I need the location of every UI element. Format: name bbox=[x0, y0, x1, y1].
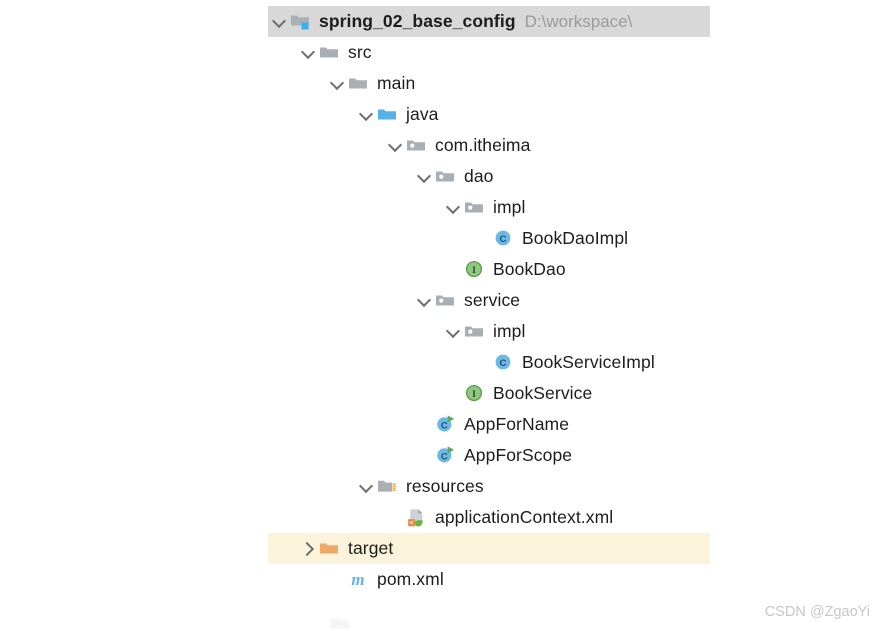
tree-row[interactable]: resources bbox=[0, 471, 884, 502]
tree-row[interactable]: C BookServiceImpl bbox=[0, 347, 884, 378]
tree-row[interactable]: I BookService bbox=[0, 378, 884, 409]
chevron-down-icon[interactable] bbox=[355, 476, 377, 498]
tree-row[interactable]: impl bbox=[0, 192, 884, 223]
tree-row[interactable]: spring_02_base_config D:\workspace\ bbox=[0, 6, 884, 37]
tree-row[interactable]: C AppForName bbox=[0, 409, 884, 440]
resource-folder-icon bbox=[377, 476, 399, 498]
excluded-folder-icon bbox=[319, 538, 341, 560]
tree-row-label: BookService bbox=[493, 383, 593, 403]
tree-row[interactable]: service bbox=[0, 285, 884, 316]
chevron-right-icon[interactable] bbox=[297, 538, 319, 560]
clipped-bottom-row bbox=[268, 617, 710, 631]
folder-icon bbox=[348, 73, 370, 95]
java-class-icon: C bbox=[493, 228, 515, 250]
tree-row-label: com.itheima bbox=[435, 135, 531, 155]
chevron-down-icon[interactable] bbox=[384, 135, 406, 157]
tree-row-label: AppForName bbox=[464, 414, 570, 434]
chevron-down-icon[interactable] bbox=[268, 11, 290, 33]
tree-row-label: BookDao bbox=[493, 259, 566, 279]
maven-pom-icon: m bbox=[348, 569, 370, 591]
package-icon bbox=[464, 197, 486, 219]
tree-row-label: src bbox=[348, 42, 372, 62]
tree-row[interactable]: m pom.xml bbox=[0, 564, 884, 595]
project-tree[interactable]: spring_02_base_config D:\workspace\ src mai… bbox=[0, 0, 884, 631]
tree-row-label: target bbox=[348, 538, 394, 558]
chevron-down-icon[interactable] bbox=[355, 104, 377, 126]
tree-row-label: pom.xml bbox=[377, 569, 444, 589]
chevron-down-icon[interactable] bbox=[297, 42, 319, 64]
tree-row-label: BookServiceImpl bbox=[522, 352, 655, 372]
tree-row-label: applicationContext.xml bbox=[435, 507, 614, 527]
package-icon bbox=[406, 135, 428, 157]
svg-text:I: I bbox=[472, 389, 476, 400]
tree-row-label: service bbox=[464, 290, 521, 310]
package-icon bbox=[435, 166, 457, 188]
tree-row-label: dao bbox=[464, 166, 494, 186]
tree-row[interactable]: C AppForScope bbox=[0, 440, 884, 471]
java-class-icon: C bbox=[493, 352, 515, 374]
svg-text:C: C bbox=[441, 450, 448, 461]
chevron-down-icon[interactable] bbox=[442, 321, 464, 343]
svg-text:C: C bbox=[500, 358, 507, 369]
tree-row-label: AppForScope bbox=[464, 445, 573, 465]
tree-row-label: spring_02_base_config bbox=[319, 11, 516, 31]
tree-row[interactable]: java bbox=[0, 99, 884, 130]
tree-row[interactable]: C BookDaoImpl bbox=[0, 223, 884, 254]
svg-text:I: I bbox=[472, 265, 476, 276]
tree-row[interactable]: com.itheima bbox=[0, 130, 884, 161]
tree-row-label: impl bbox=[493, 321, 526, 341]
runnable-class-icon: C bbox=[435, 414, 457, 436]
java-interface-icon: I bbox=[464, 383, 486, 405]
svg-text:C: C bbox=[500, 234, 507, 245]
folder-icon bbox=[319, 42, 341, 64]
svg-text:C: C bbox=[441, 419, 448, 430]
java-interface-icon: I bbox=[464, 259, 486, 281]
tree-row-label: resources bbox=[406, 476, 484, 496]
package-icon bbox=[435, 290, 457, 312]
project-path-label: D:\workspace\ bbox=[524, 12, 633, 31]
tree-row[interactable]: < applicationContext.xml bbox=[0, 502, 884, 533]
chevron-down-icon[interactable] bbox=[413, 290, 435, 312]
module-folder-icon bbox=[290, 11, 312, 33]
svg-text:m: m bbox=[351, 570, 364, 589]
tree-row-label: main bbox=[377, 73, 416, 93]
package-icon bbox=[464, 321, 486, 343]
tree-row-label: BookDaoImpl bbox=[522, 228, 629, 248]
folder-icon bbox=[330, 617, 352, 631]
tree-row[interactable]: target bbox=[0, 533, 884, 564]
runnable-class-icon: C bbox=[435, 445, 457, 467]
tree-row[interactable]: src bbox=[0, 37, 884, 68]
csdn-watermark: CSDN @ZgaoYi bbox=[764, 604, 870, 620]
tree-row[interactable]: dao bbox=[0, 161, 884, 192]
chevron-down-icon[interactable] bbox=[442, 197, 464, 219]
chevron-down-icon[interactable] bbox=[413, 166, 435, 188]
tree-row[interactable]: impl bbox=[0, 316, 884, 347]
spring-xml-icon: < bbox=[406, 507, 428, 529]
tree-row[interactable]: main bbox=[0, 68, 884, 99]
svg-text:<: < bbox=[409, 518, 414, 527]
tree-row-label: java bbox=[406, 104, 439, 124]
chevron-down-icon[interactable] bbox=[326, 73, 348, 95]
tree-row-label: impl bbox=[493, 197, 526, 217]
tree-row[interactable]: I BookDao bbox=[0, 254, 884, 285]
source-folder-icon bbox=[377, 104, 399, 126]
